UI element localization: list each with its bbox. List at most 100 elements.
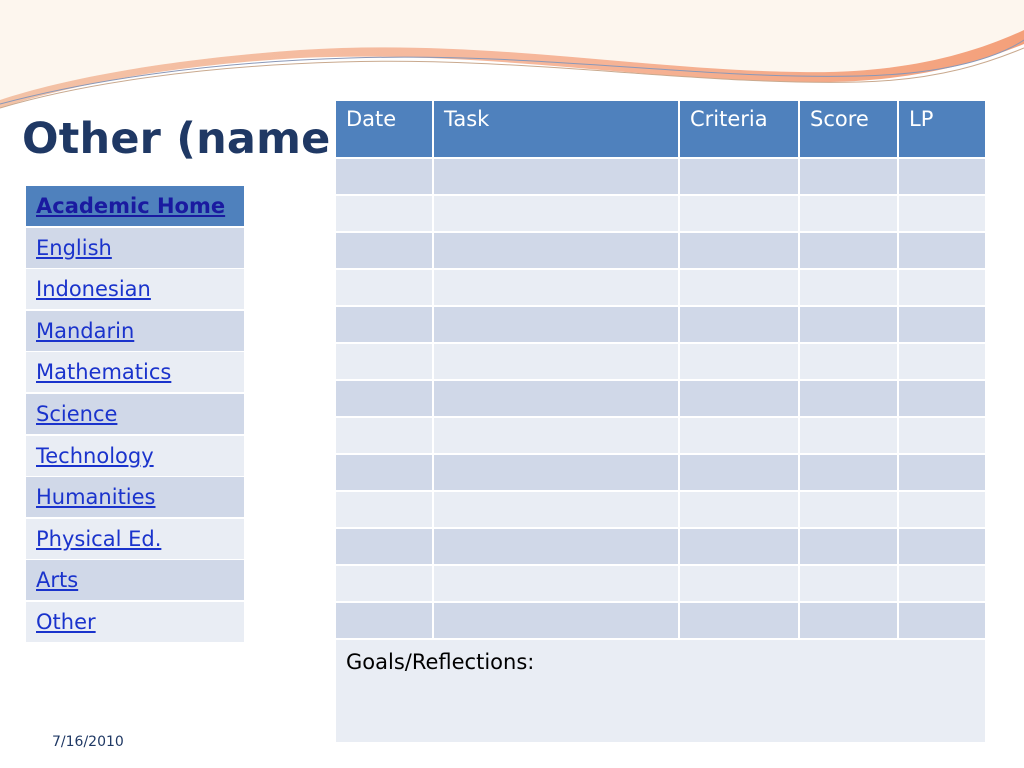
table-cell-date[interactable]	[334, 379, 434, 418]
nav-link-mathematics[interactable]: Mathematics	[36, 360, 171, 384]
table-cell-lp[interactable]	[897, 453, 987, 492]
nav-link-humanities[interactable]: Humanities	[36, 485, 156, 509]
table-cell-task[interactable]	[432, 416, 680, 455]
table-cell-criteria[interactable]	[678, 157, 800, 196]
table-cell-task[interactable]	[432, 268, 680, 307]
table-row	[334, 157, 987, 196]
table-cell-lp[interactable]	[897, 268, 987, 307]
table-cell-date[interactable]	[334, 305, 434, 344]
nav-link-mandarin[interactable]: Mandarin	[36, 319, 134, 343]
table-cell-task[interactable]	[432, 305, 680, 344]
table-cell-task[interactable]	[432, 231, 680, 270]
table-cell-lp[interactable]	[897, 342, 987, 381]
nav-link-science[interactable]: Science	[36, 402, 117, 426]
table-cell-criteria[interactable]	[678, 342, 800, 381]
nav-link-english[interactable]: English	[36, 236, 112, 260]
table-row	[334, 305, 987, 344]
table-cell-lp[interactable]	[897, 527, 987, 566]
table-cell-score[interactable]	[798, 601, 899, 640]
table-cell-task[interactable]	[432, 453, 680, 492]
nav-item-other[interactable]: Other	[26, 601, 244, 642]
table-cell-score[interactable]	[798, 564, 899, 603]
table-cell-date[interactable]	[334, 342, 434, 381]
table-cell-task[interactable]	[432, 490, 680, 529]
table-row	[334, 342, 987, 381]
nav-link-technology[interactable]: Technology	[36, 444, 154, 468]
table-cell-criteria[interactable]	[678, 416, 800, 455]
nav-link-indonesian[interactable]: Indonesian	[36, 277, 151, 301]
table-cell-score[interactable]	[798, 342, 899, 381]
column-header-lp: LP	[897, 99, 987, 159]
table-cell-score[interactable]	[798, 527, 899, 566]
table-cell-lp[interactable]	[897, 194, 987, 233]
table-cell-criteria[interactable]	[678, 305, 800, 344]
page-title: Other (name)	[22, 114, 351, 164]
nav-item-arts[interactable]: Arts	[26, 560, 244, 601]
footer-date: 7/16/2010	[52, 734, 124, 750]
table-cell-date[interactable]	[334, 194, 434, 233]
table-cell-criteria[interactable]	[678, 490, 800, 529]
table-cell-lp[interactable]	[897, 379, 987, 418]
table-cell-criteria[interactable]	[678, 268, 800, 307]
nav-item-indonesian[interactable]: Indonesian	[26, 269, 244, 310]
table-cell-lp[interactable]	[897, 490, 987, 529]
nav-item-academic-home[interactable]: Academic Home	[26, 186, 244, 226]
table-cell-score[interactable]	[798, 416, 899, 455]
table-cell-score[interactable]	[798, 305, 899, 344]
table-cell-task[interactable]	[432, 379, 680, 418]
table-cell-lp[interactable]	[897, 601, 987, 640]
table-cell-criteria[interactable]	[678, 231, 800, 270]
table-cell-date[interactable]	[334, 564, 434, 603]
nav-link-other[interactable]: Other	[36, 610, 96, 634]
table-cell-date[interactable]	[334, 601, 434, 640]
table-cell-lp[interactable]	[897, 416, 987, 455]
table-cell-criteria[interactable]	[678, 527, 800, 566]
table-header-row: Date Task Criteria Score LP	[334, 99, 987, 159]
table-cell-criteria[interactable]	[678, 564, 800, 603]
nav-item-mathematics[interactable]: Mathematics	[26, 352, 244, 393]
table-cell-criteria[interactable]	[678, 601, 800, 640]
table-cell-score[interactable]	[798, 157, 899, 196]
table-cell-lp[interactable]	[897, 157, 987, 196]
goals-row: Goals/Reflections:	[334, 638, 987, 744]
table-cell-lp[interactable]	[897, 564, 987, 603]
table-cell-task[interactable]	[432, 527, 680, 566]
nav-item-english[interactable]: English	[26, 227, 244, 268]
table-cell-score[interactable]	[798, 453, 899, 492]
table-body: Goals/Reflections:	[334, 157, 987, 744]
table-row	[334, 416, 987, 455]
slide: Other (name) Academic Home English Indon…	[0, 0, 1024, 768]
table-cell-date[interactable]	[334, 231, 434, 270]
nav-link-arts[interactable]: Arts	[36, 568, 78, 592]
table-cell-date[interactable]	[334, 490, 434, 529]
goals-reflections-cell[interactable]: Goals/Reflections:	[334, 638, 987, 744]
table-cell-date[interactable]	[334, 157, 434, 196]
table-row	[334, 564, 987, 603]
table-cell-score[interactable]	[798, 379, 899, 418]
table-cell-lp[interactable]	[897, 231, 987, 270]
table-cell-task[interactable]	[432, 564, 680, 603]
table-cell-date[interactable]	[334, 527, 434, 566]
table-cell-date[interactable]	[334, 416, 434, 455]
table-cell-criteria[interactable]	[678, 379, 800, 418]
nav-link-academic-home[interactable]: Academic Home	[36, 194, 225, 218]
table-cell-score[interactable]	[798, 268, 899, 307]
table-cell-task[interactable]	[432, 601, 680, 640]
nav-item-physical-ed[interactable]: Physical Ed.	[26, 518, 244, 559]
nav-item-science[interactable]: Science	[26, 393, 244, 434]
table-cell-criteria[interactable]	[678, 453, 800, 492]
table-cell-criteria[interactable]	[678, 194, 800, 233]
table-cell-score[interactable]	[798, 490, 899, 529]
table-cell-lp[interactable]	[897, 305, 987, 344]
nav-link-physical-ed[interactable]: Physical Ed.	[36, 527, 161, 551]
nav-item-mandarin[interactable]: Mandarin	[26, 310, 244, 351]
nav-item-technology[interactable]: Technology	[26, 435, 244, 476]
nav-item-humanities[interactable]: Humanities	[26, 477, 244, 518]
table-cell-task[interactable]	[432, 342, 680, 381]
table-cell-date[interactable]	[334, 453, 434, 492]
table-cell-score[interactable]	[798, 231, 899, 270]
table-cell-score[interactable]	[798, 194, 899, 233]
table-cell-task[interactable]	[432, 194, 680, 233]
table-cell-task[interactable]	[432, 157, 680, 196]
table-cell-date[interactable]	[334, 268, 434, 307]
